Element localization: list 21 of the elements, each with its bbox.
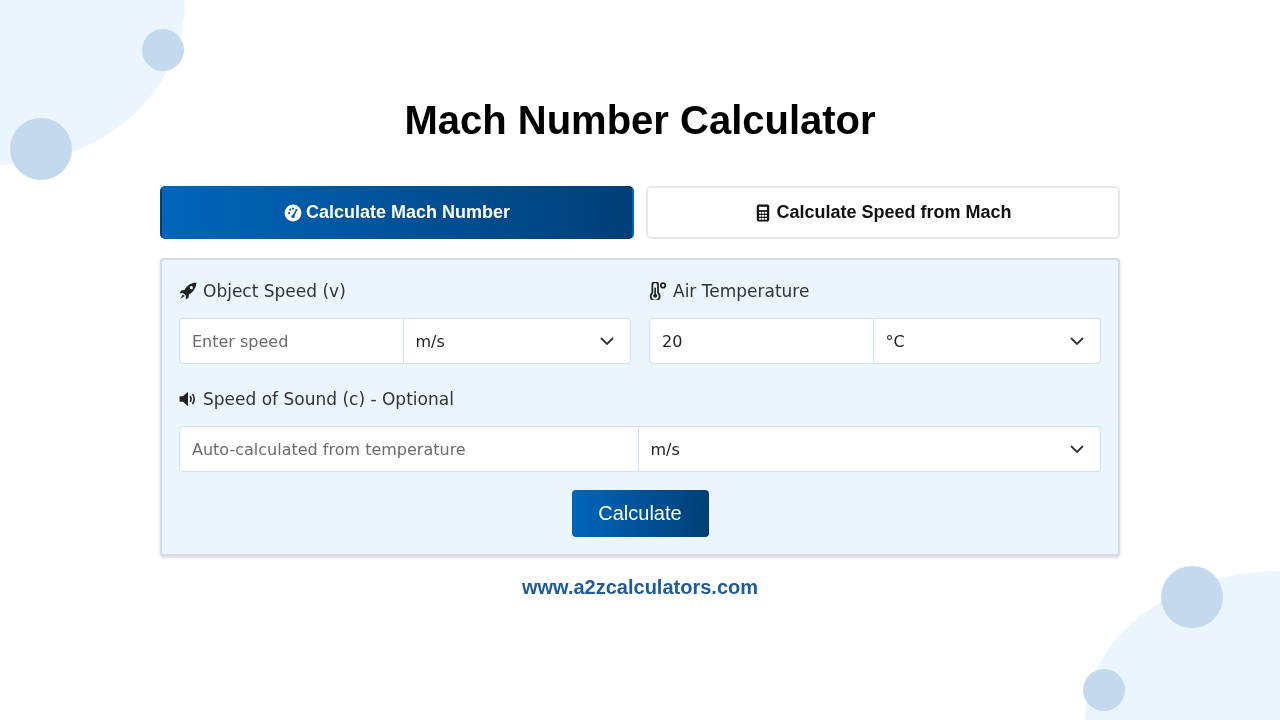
input-field[interactable]: Enter speed	[179, 318, 404, 364]
thermometer-icon	[649, 282, 667, 300]
input-field[interactable]: Auto-calculated from temperature	[179, 426, 639, 472]
caret-icon	[600, 337, 614, 345]
speaker-icon	[179, 390, 197, 408]
tab[interactable]: Calculate Mach Number	[160, 186, 634, 239]
field-label: Object Speed (v)	[203, 281, 346, 301]
field-label: Air Temperature	[673, 281, 810, 301]
unit-dropdown[interactable]: °C	[873, 318, 1101, 364]
unit-dropdown[interactable]: m/s	[638, 426, 1101, 472]
rocket-icon	[179, 282, 197, 300]
gauge-icon	[283, 203, 302, 222]
page-title: Mach Number Calculator	[404, 97, 876, 144]
field-label: Speed of Sound (c) - Optional	[203, 389, 454, 409]
caret-icon	[1070, 445, 1084, 453]
website-link[interactable]: www.a2zcalculators.com	[522, 576, 758, 599]
unit-dropdown[interactable]: m/s	[403, 318, 631, 364]
caret-icon	[1070, 337, 1084, 345]
input-field[interactable]: 20	[649, 318, 874, 364]
tab[interactable]: Calculate Speed from Mach	[646, 186, 1120, 239]
calculate-button[interactable]: Calculate	[571, 490, 709, 537]
